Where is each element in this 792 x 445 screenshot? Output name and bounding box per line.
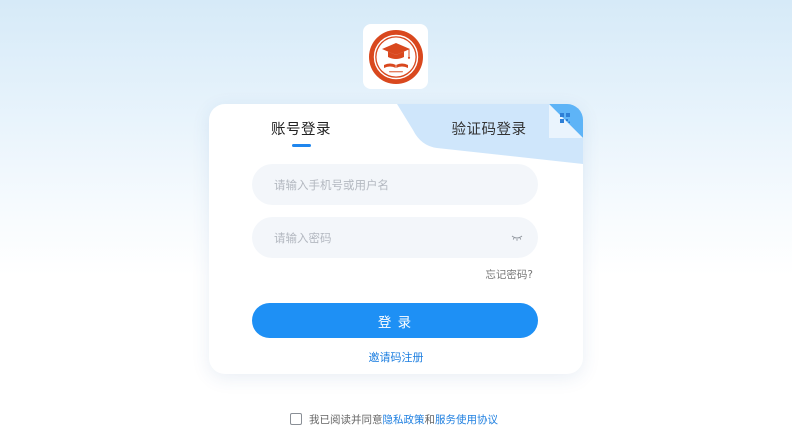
privacy-policy-link[interactable]: 隐私政策 [383,412,425,427]
login-card: 账号登录 验证码登录 忘记密码? 登 录 邀请码注册 [209,104,583,374]
graduation-cap-emblem-icon [368,29,423,84]
app-logo [363,24,428,89]
forgot-password-link[interactable]: 忘记密码? [485,267,533,282]
password-field [252,217,538,258]
tab-account-login[interactable]: 账号登录 [261,118,341,139]
agreement-and: 和 [424,413,436,426]
tab-code-login[interactable]: 验证码登录 [434,118,544,139]
username-field [252,164,538,205]
login-button[interactable]: 登 录 [252,303,538,338]
username-input[interactable] [274,164,504,205]
agreement-checkbox[interactable] [290,413,302,425]
active-tab-indicator [292,144,311,147]
qr-code-icon[interactable] [549,104,583,138]
terms-of-service-link[interactable]: 服务使用协议 [435,412,498,427]
invite-code-register-link[interactable]: 邀请码注册 [209,349,583,365]
password-input[interactable] [274,217,504,258]
eye-closed-icon[interactable] [510,231,524,243]
agreement-prefix: 我已阅读并同意 [309,413,383,426]
agreement-row: 我已阅读并同意 隐私政策 和 服务使用协议 [290,411,498,427]
